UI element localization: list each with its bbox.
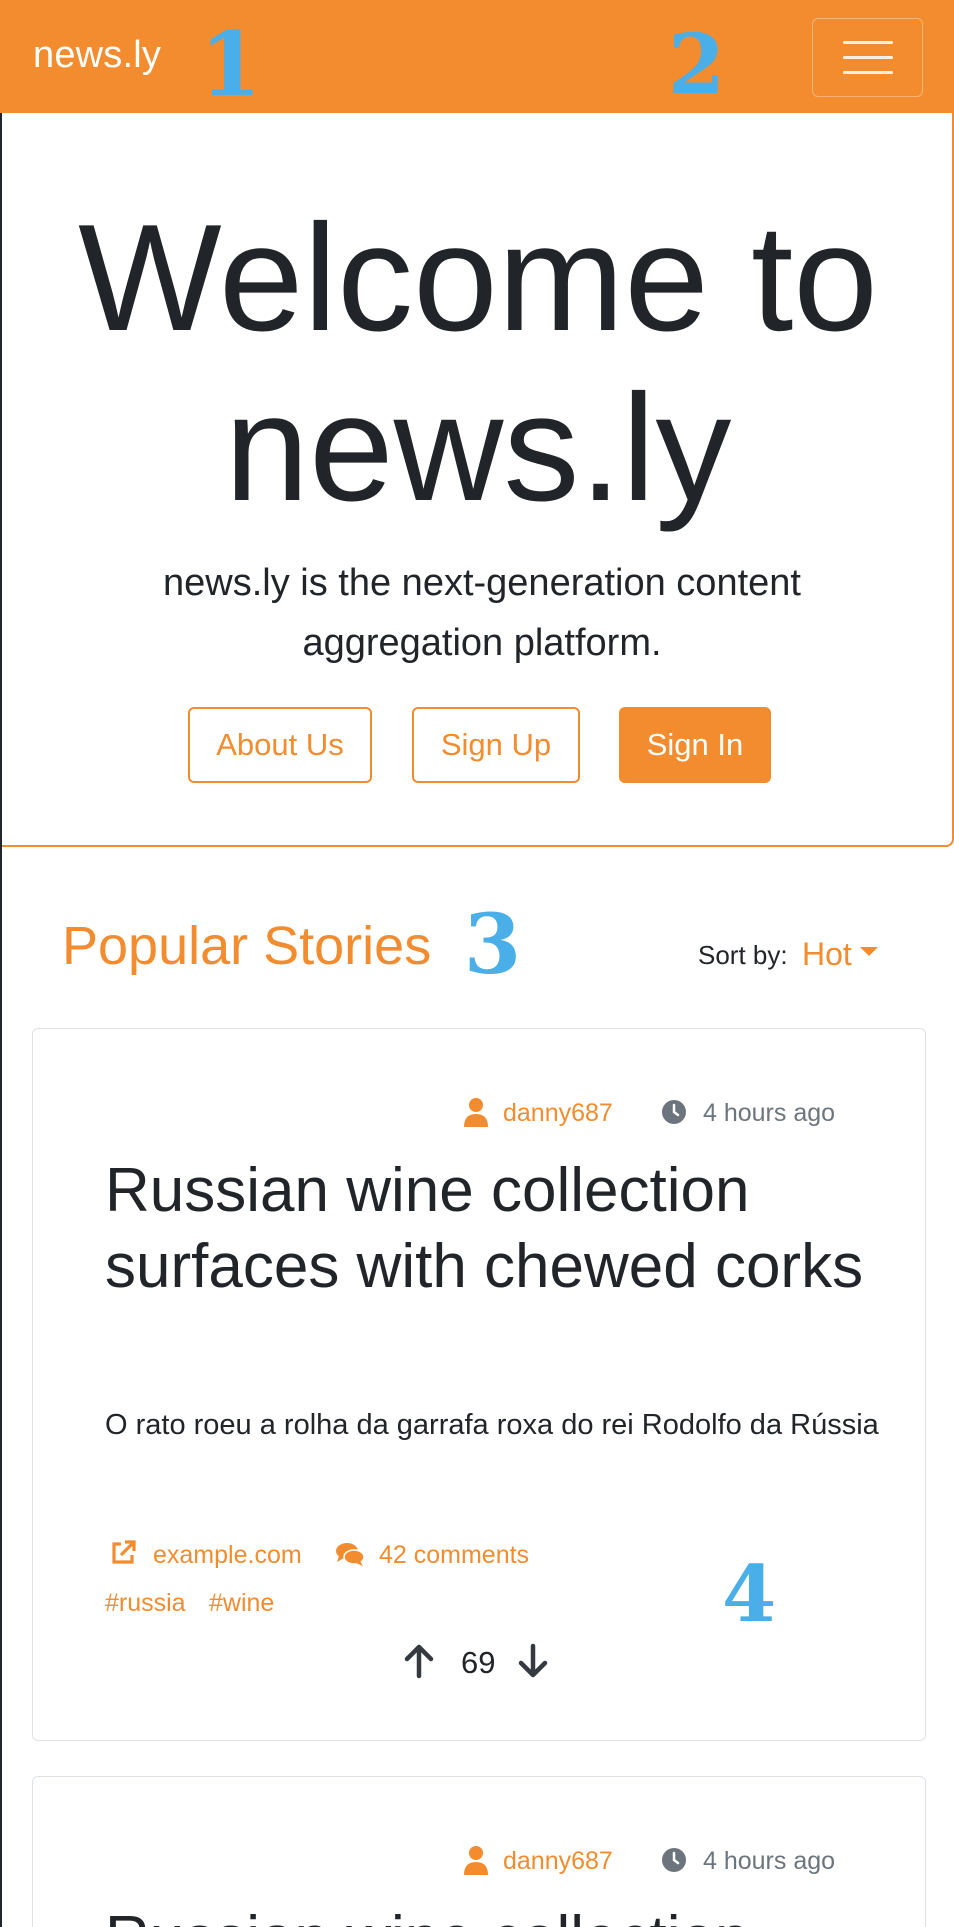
author-link[interactable]: danny687 <box>503 1847 613 1876</box>
hamburger-menu-button[interactable] <box>812 18 923 97</box>
clock-icon <box>662 1848 686 1872</box>
brand-link[interactable]: news.ly <box>33 34 161 77</box>
vote-count: 69 <box>461 1645 496 1680</box>
sort-dropdown[interactable]: Hot <box>802 936 852 973</box>
arrow-down-icon[interactable] <box>517 1643 549 1679</box>
story-title[interactable]: Russian wine collection surfaces with ch… <box>105 1153 885 1305</box>
user-icon <box>464 1846 488 1875</box>
hamburger-menu-icon <box>843 56 893 59</box>
hero-title: Welcome to news.ly <box>78 193 878 533</box>
sort-label: Sort by: <box>698 940 788 970</box>
about-us-button[interactable]: About Us <box>188 707 372 783</box>
sign-up-button[interactable]: Sign Up <box>412 707 580 783</box>
sign-in-button[interactable]: Sign In <box>619 707 771 783</box>
story-card: danny687 4 hours ago Russian wine collec… <box>32 1776 926 1927</box>
hero-lead: news.ly is the next-generation content a… <box>163 562 801 664</box>
story-source-link[interactable]: example.com <box>153 1541 302 1570</box>
annotation-marker-2: 2 <box>668 17 726 113</box>
chevron-down-icon[interactable] <box>860 947 878 956</box>
story-timestamp: 4 hours ago <box>703 1099 836 1127</box>
tag-link[interactable]: #wine <box>209 1589 274 1618</box>
section-title: Popular Stories <box>62 916 432 976</box>
hero-section: Welcome to news.ly news.ly is the next-g… <box>2 113 954 847</box>
arrow-up-icon[interactable] <box>403 1643 435 1679</box>
story-title[interactable]: Russian wine collection <box>105 1901 885 1927</box>
annotation-marker-4: 4 <box>722 1549 777 1640</box>
clock-icon <box>662 1100 686 1124</box>
tag-link[interactable]: #russia <box>105 1589 186 1618</box>
hamburger-menu-icon <box>843 41 893 44</box>
annotation-marker-3: 3 <box>464 897 522 993</box>
hamburger-menu-icon <box>843 71 893 74</box>
story-timestamp: 4 hours ago <box>703 1847 836 1875</box>
author-link[interactable]: danny687 <box>503 1099 613 1128</box>
external-link-icon <box>112 1540 136 1564</box>
story-card: danny687 4 hours ago Russian wine collec… <box>32 1028 926 1741</box>
user-icon <box>464 1098 488 1127</box>
story-excerpt: O rato roeu a rolha da garrafa roxa do r… <box>105 1409 879 1441</box>
annotation-marker-1: 1 <box>200 12 262 116</box>
navbar: news.ly 1 2 <box>0 0 954 113</box>
comments-icon <box>336 1543 365 1566</box>
comments-link[interactable]: 42 comments <box>379 1541 529 1570</box>
